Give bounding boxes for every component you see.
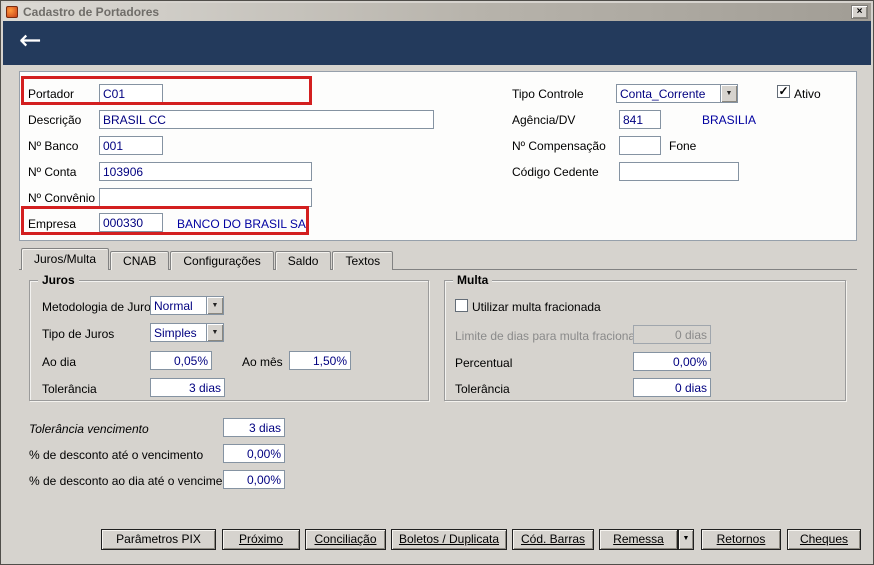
proximo-button-label: Próximo [238, 532, 283, 546]
empresa-label: Empresa [28, 217, 77, 231]
juros-group-title: Juros [38, 273, 79, 287]
codigo-cedente-input[interactable] [619, 162, 739, 181]
tab-label: Configurações [183, 254, 261, 268]
app-icon [6, 6, 18, 18]
back-button[interactable]: ← [19, 24, 42, 58]
empresa-input[interactable] [99, 213, 163, 232]
agencia-descricao-text: BRASILIA [702, 113, 757, 127]
groupbox-multa: Multa Utilizar multa fracionada Limite d… [444, 273, 846, 401]
tipo-juros-value: Simples [154, 326, 197, 340]
n-conta-input[interactable] [99, 162, 312, 181]
ao-dia-input[interactable] [150, 351, 212, 370]
remessa-dropdown-button[interactable] [678, 529, 694, 550]
chevron-down-icon[interactable] [206, 324, 223, 341]
descricao-label: Descrição [28, 113, 82, 127]
desconto-ao-dia-label: % de desconto ao dia até o vencimento [29, 474, 240, 488]
retornos-button[interactable]: Retornos [701, 529, 781, 550]
multa-group-title: Multa [453, 273, 493, 287]
ao-mes-input[interactable] [289, 351, 351, 370]
title-bar: Cadastro de Portadores × [3, 3, 871, 21]
portador-input[interactable] [99, 84, 163, 103]
n-compensacao-input[interactable] [619, 136, 661, 155]
tolerancia-juros-input[interactable] [150, 378, 225, 397]
parametros-pix-button[interactable]: Parâmetros PIX [101, 529, 216, 550]
cod-barras-button-label: Cód. Barras [520, 532, 586, 546]
tab-juros-multa[interactable]: Juros/Multa [21, 248, 110, 270]
metodologia-select[interactable]: Normal [150, 296, 224, 315]
cheques-button[interactable]: Cheques [787, 529, 861, 550]
tolerancia-multa-input[interactable] [633, 378, 711, 397]
header-strip: ← [3, 21, 871, 65]
tab-textos[interactable]: Textos [332, 251, 394, 270]
boletos-duplicata-button-label: Boletos / Duplicata [398, 532, 500, 546]
groupbox-juros: Juros Metodologia de Juros Normal Tipo d… [29, 273, 429, 401]
tipo-controle-select[interactable]: Conta_Corrente [616, 84, 738, 103]
metodologia-label: Metodologia de Juros [42, 300, 157, 314]
limite-dias-label: Limite de dias para multa fracionada [455, 329, 649, 343]
agencia-dv-label: Agência/DV [512, 113, 576, 127]
remessa-button[interactable]: Remessa [599, 529, 678, 550]
tolerancia-vencimento-input[interactable] [223, 418, 285, 437]
codigo-cedente-label: Código Cedente [512, 165, 599, 179]
tipo-juros-label: Tipo de Juros [42, 327, 115, 341]
desconto-ate-vencimento-label: % de desconto até o vencimento [29, 448, 204, 462]
tolerancia-multa-label: Tolerância [455, 382, 510, 396]
n-convenio-label: Nº Convênio [28, 191, 96, 205]
conciliacao-button-label: Conciliação [314, 532, 377, 546]
tab-label: Saldo [287, 254, 319, 268]
close-button[interactable]: × [851, 5, 868, 19]
metodologia-value: Normal [154, 299, 193, 313]
boletos-duplicata-button[interactable]: Boletos / Duplicata [391, 529, 507, 550]
percentual-label: Percentual [455, 356, 513, 370]
agencia-dv-input[interactable] [619, 110, 661, 129]
tab-configuracoes[interactable]: Configurações [170, 251, 274, 270]
n-compensacao-label: Nº Compensação [512, 139, 606, 153]
n-conta-label: Nº Conta [28, 165, 77, 179]
descricao-input[interactable] [99, 110, 434, 129]
tab-cnab[interactable]: CNAB [110, 251, 170, 270]
tab-saldo[interactable]: Saldo [274, 251, 332, 270]
tolerancia-vencimento-label: Tolerância vencimento [29, 422, 149, 436]
empresa-descricao-text: BANCO DO BRASIL SA [177, 217, 306, 231]
ao-dia-label: Ao dia [42, 355, 77, 369]
conciliacao-button[interactable]: Conciliação [305, 529, 386, 550]
tipo-controle-label: Tipo Controle [512, 87, 584, 101]
chevron-down-icon[interactable] [720, 85, 737, 102]
desconto-ao-dia-input[interactable] [223, 470, 285, 489]
proximo-button[interactable]: Próximo [222, 529, 300, 550]
tab-label: CNAB [123, 254, 157, 268]
window-title: Cadastro de Portadores [23, 5, 160, 19]
ao-mes-label: Ao mês [242, 355, 283, 369]
app-window: Cadastro de Portadores × ← Portador Desc… [0, 0, 874, 565]
limite-dias-input [633, 325, 711, 344]
fone-label: Fone [669, 139, 697, 153]
tab-label: Textos [345, 254, 381, 268]
multa-fracionada-label: Utilizar multa fracionada [472, 300, 601, 314]
tab-label: Juros/Multa [34, 252, 97, 266]
chevron-down-icon[interactable] [206, 297, 223, 314]
n-convenio-input[interactable] [99, 188, 312, 207]
tab-bar: Juros/Multa CNAB Configurações Saldo Tex… [21, 248, 394, 270]
parametros-pix-button-label: Parâmetros PIX [116, 532, 201, 546]
tipo-juros-select[interactable]: Simples [150, 323, 224, 342]
remessa-button-label: Remessa [613, 532, 664, 546]
portador-label: Portador [28, 87, 75, 101]
percentual-input[interactable] [633, 352, 711, 371]
form-panel: Portador Descrição Nº Banco Nº Conta Nº … [19, 71, 857, 241]
desconto-ate-vencimento-input[interactable] [223, 444, 285, 463]
cheques-button-label: Cheques [799, 532, 849, 546]
tipo-controle-value: Conta_Corrente [620, 87, 706, 101]
cod-barras-button[interactable]: Cód. Barras [512, 529, 594, 550]
n-banco-input[interactable] [99, 136, 163, 155]
ativo-checkbox[interactable] [777, 85, 790, 98]
multa-fracionada-checkbox[interactable] [455, 299, 468, 312]
n-banco-label: Nº Banco [28, 139, 79, 153]
ativo-label: Ativo [794, 87, 821, 101]
retornos-button-label: Retornos [716, 532, 766, 546]
tolerancia-juros-label: Tolerância [42, 382, 97, 396]
